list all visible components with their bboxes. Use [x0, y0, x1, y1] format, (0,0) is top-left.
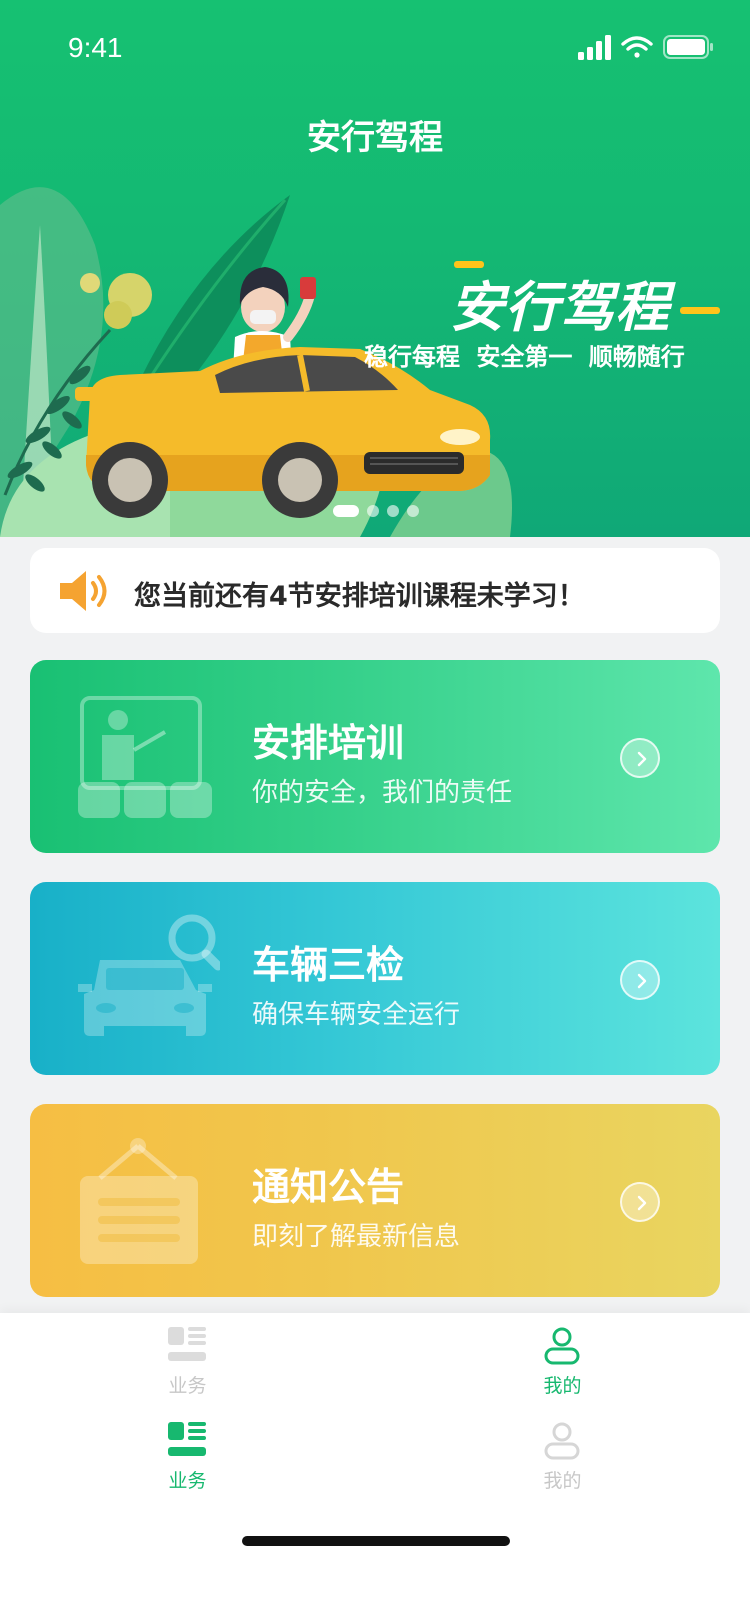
banner-tagline: 稳行每程 安全第一 顺畅随行 — [364, 343, 685, 371]
safe-area-bottom — [0, 1508, 750, 1624]
notice-bar[interactable]: 您当前还有4节安排培训课程未学习！ — [30, 548, 720, 633]
carousel-dot[interactable] — [333, 505, 359, 517]
notice-board-icon — [80, 1138, 198, 1264]
tab-mine[interactable]: 我的 — [375, 1408, 750, 1503]
card-subtitle: 即刻了解最新信息 — [252, 1222, 461, 1252]
status-icons — [578, 35, 713, 60]
car-inspection-icon — [78, 914, 220, 1036]
training-card[interactable]: 安排培训 你的安全，我们的责任 — [30, 660, 720, 853]
chevron-right-icon[interactable] — [620, 960, 660, 1000]
page-title: 安行驾程 — [307, 118, 443, 158]
tab-business[interactable]: 业务 — [0, 1313, 375, 1408]
home-indicator[interactable] — [242, 1536, 510, 1546]
banner-slogan: 安行驾程 — [450, 276, 670, 339]
wifi-icon — [621, 36, 653, 58]
banner-carousel[interactable]: 安行驾程 稳行每程 安全第一 顺畅随行 — [0, 165, 750, 537]
user-icon — [544, 1422, 580, 1460]
card-title: 安排培训 — [252, 721, 405, 765]
status-time: 9:41 — [68, 32, 123, 63]
tab-label: 我的 — [543, 1375, 582, 1397]
carousel-dots[interactable] — [333, 505, 419, 517]
chevron-right-icon[interactable] — [620, 1182, 660, 1222]
carousel-dot[interactable] — [407, 505, 419, 517]
header: 9:41 安行驾程 安行驾程 稳行每程 安全第一 顺畅随行 — [0, 0, 750, 537]
card-subtitle: 你的安全，我们的责任 — [252, 778, 513, 808]
app-screen: 9:41 安行驾程 安行驾程 稳行每程 安全第一 顺畅随行 您当前还有4节安排培… — [0, 0, 750, 1624]
classroom-icon — [78, 696, 212, 818]
tab-label: 业务 — [168, 1375, 207, 1397]
speaker-icon — [60, 571, 107, 611]
tab-bar: 业务 我的 — [0, 1313, 750, 1408]
inspection-card[interactable]: 车辆三检 确保车辆安全运行 — [30, 882, 720, 1075]
tab-business[interactable]: 业务 — [0, 1408, 375, 1503]
notice-card[interactable]: 通知公告 即刻了解最新信息 — [30, 1104, 720, 1297]
card-title: 通知公告 — [252, 1165, 405, 1209]
carousel-dot[interactable] — [367, 505, 379, 517]
card-title: 车辆三检 — [252, 943, 405, 987]
slogan-accent — [680, 307, 720, 314]
tab-label: 业务 — [168, 1470, 207, 1492]
signal-icon — [578, 35, 611, 60]
carousel-dot[interactable] — [387, 505, 399, 517]
tab-label: 我的 — [543, 1470, 582, 1492]
chevron-right-icon[interactable] — [620, 738, 660, 778]
tab-mine[interactable]: 我的 — [375, 1313, 750, 1408]
business-icon — [168, 1422, 206, 1456]
card-subtitle: 确保车辆安全运行 — [252, 1000, 461, 1030]
user-icon — [544, 1327, 580, 1365]
battery-icon — [663, 35, 713, 59]
status-bar: 9:41 — [0, 0, 750, 96]
notice-text: 您当前还有4节安排培训课程未学习！ — [134, 581, 585, 612]
tab-bar: 业务 我的 — [0, 1408, 750, 1508]
business-icon — [168, 1327, 206, 1361]
